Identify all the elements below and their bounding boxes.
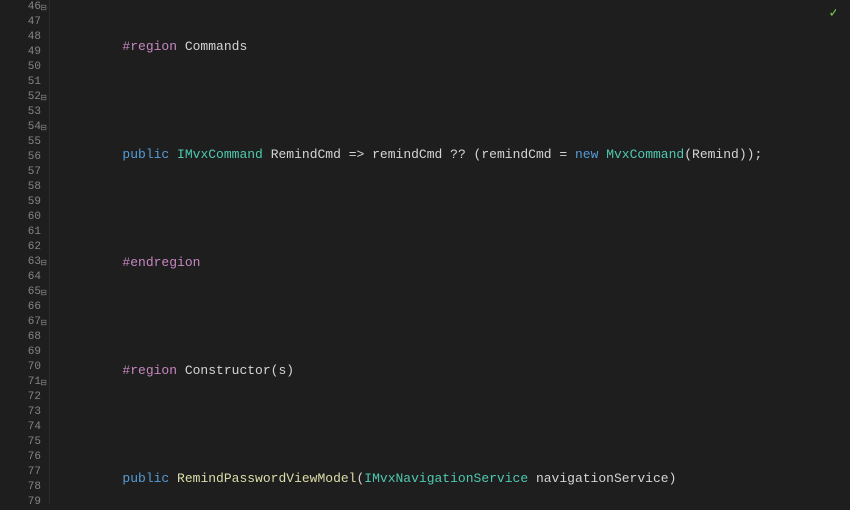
fold-toggle-icon[interactable]: ⊟ bbox=[37, 286, 47, 296]
line-number[interactable]: 67⊟ bbox=[4, 315, 41, 330]
line-number[interactable]: 66 bbox=[4, 300, 41, 315]
line-number[interactable]: 63⊟ bbox=[4, 255, 41, 270]
fold-toggle-icon[interactable]: ⊟ bbox=[37, 121, 47, 131]
code-line[interactable]: #region Commands bbox=[60, 39, 850, 54]
code-line[interactable]: #region Constructor(s) bbox=[60, 363, 850, 378]
line-number[interactable]: 69 bbox=[4, 345, 41, 360]
line-number[interactable]: 55 bbox=[4, 135, 41, 150]
line-number[interactable]: 75 bbox=[4, 435, 41, 450]
code-line[interactable] bbox=[60, 417, 850, 432]
line-number[interactable]: 52⊟ bbox=[4, 90, 41, 105]
line-number[interactable]: 64 bbox=[4, 270, 41, 285]
line-number[interactable]: 62 bbox=[4, 240, 41, 255]
line-number[interactable]: 79 bbox=[4, 495, 41, 510]
code-line[interactable] bbox=[60, 93, 850, 108]
line-number-gutter[interactable]: 46⊟474849505152⊟5354⊟555657585960616263⊟… bbox=[0, 0, 50, 504]
code-line[interactable] bbox=[60, 309, 850, 324]
code-line[interactable]: #endregion bbox=[60, 255, 850, 270]
vertical-scrollbar[interactable] bbox=[836, 0, 850, 504]
fold-toggle-icon[interactable]: ⊟ bbox=[37, 1, 47, 11]
line-number[interactable]: 72 bbox=[4, 390, 41, 405]
fold-toggle-icon[interactable]: ⊟ bbox=[37, 376, 47, 386]
line-number[interactable]: 58 bbox=[4, 180, 41, 195]
line-number[interactable]: 59 bbox=[4, 195, 41, 210]
line-number[interactable]: 51 bbox=[4, 75, 41, 90]
line-number[interactable]: 70 bbox=[4, 360, 41, 375]
line-number[interactable]: 73 bbox=[4, 405, 41, 420]
code-editor[interactable]: ✓ 46⊟474849505152⊟5354⊟55565758596061626… bbox=[0, 0, 850, 504]
line-number[interactable]: 54⊟ bbox=[4, 120, 41, 135]
line-number[interactable]: 78 bbox=[4, 480, 41, 495]
code-line[interactable]: public IMvxCommand RemindCmd => remindCm… bbox=[60, 147, 850, 162]
line-number[interactable]: 49 bbox=[4, 45, 41, 60]
line-number[interactable]: 61 bbox=[4, 225, 41, 240]
line-number[interactable]: 77 bbox=[4, 465, 41, 480]
line-number[interactable]: 46⊟ bbox=[4, 0, 41, 15]
code-line[interactable]: public RemindPasswordViewModel(IMvxNavig… bbox=[60, 471, 850, 486]
line-number[interactable]: 56 bbox=[4, 150, 41, 165]
fold-toggle-icon[interactable]: ⊟ bbox=[37, 316, 47, 326]
line-number[interactable]: 53 bbox=[4, 105, 41, 120]
line-number[interactable]: 68 bbox=[4, 330, 41, 345]
line-number[interactable]: 74 bbox=[4, 420, 41, 435]
line-number[interactable]: 60 bbox=[4, 210, 41, 225]
line-number[interactable]: 47 bbox=[4, 15, 41, 30]
line-number[interactable]: 76 bbox=[4, 450, 41, 465]
fold-toggle-icon[interactable]: ⊟ bbox=[37, 91, 47, 101]
code-content-area[interactable]: #region Commands public IMvxCommand Remi… bbox=[50, 0, 850, 504]
fold-toggle-icon[interactable]: ⊟ bbox=[37, 256, 47, 266]
code-line[interactable] bbox=[60, 201, 850, 216]
line-number[interactable]: 71⊟ bbox=[4, 375, 41, 390]
line-number[interactable]: 57 bbox=[4, 165, 41, 180]
line-number[interactable]: 48 bbox=[4, 30, 41, 45]
line-number[interactable]: 50 bbox=[4, 60, 41, 75]
line-number[interactable]: 65⊟ bbox=[4, 285, 41, 300]
